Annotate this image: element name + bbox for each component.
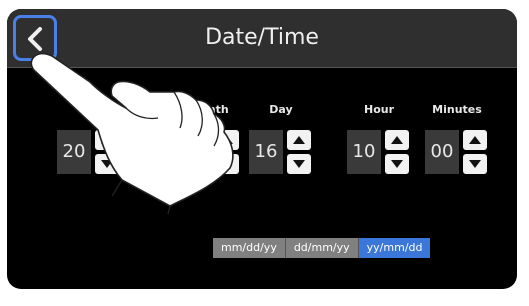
month-value[interactable] <box>177 130 211 174</box>
hour-label: Hour <box>363 103 395 116</box>
back-button[interactable] <box>13 15 57 61</box>
device-screen: Date/Time 20 Month Day 16 Hour 10 Minute… <box>7 9 517 289</box>
chevron-left-icon <box>28 27 42 51</box>
day-label: Day <box>269 103 293 116</box>
arrow-up-icon <box>391 136 403 144</box>
year-down-button[interactable] <box>95 154 119 174</box>
arrow-down-icon <box>293 160 305 168</box>
day-value[interactable]: 16 <box>249 130 283 174</box>
arrow-up-icon <box>293 136 305 144</box>
month-down-button[interactable] <box>215 154 239 174</box>
year-up-button[interactable] <box>95 130 119 150</box>
arrow-up-icon <box>101 136 113 144</box>
arrow-down-icon <box>221 160 233 168</box>
minutes-up-button[interactable] <box>463 130 487 150</box>
minutes-value[interactable]: 00 <box>425 130 459 174</box>
hour-up-button[interactable] <box>385 130 409 150</box>
minutes-label: Minutes <box>432 103 482 116</box>
day-down-button[interactable] <box>287 154 311 174</box>
format-dd-mm-yy-button[interactable]: dd/mm/yy <box>285 238 359 258</box>
arrow-up-icon <box>221 136 233 144</box>
arrow-down-icon <box>469 160 481 168</box>
month-up-button[interactable] <box>215 130 239 150</box>
arrow-down-icon <box>101 160 113 168</box>
hour-value[interactable]: 10 <box>347 130 381 174</box>
month-label: Month <box>189 103 229 116</box>
minutes-down-button[interactable] <box>463 154 487 174</box>
arrow-up-icon <box>469 136 481 144</box>
year-value[interactable]: 20 <box>57 130 91 174</box>
day-up-button[interactable] <box>287 130 311 150</box>
format-yy-mm-dd-button[interactable]: yy/mm/dd <box>358 238 431 258</box>
hour-down-button[interactable] <box>385 154 409 174</box>
date-format-selector: mm/dd/yy dd/mm/yy yy/mm/dd <box>213 238 431 258</box>
page-title: Date/Time <box>205 25 319 50</box>
format-mm-dd-yy-button[interactable]: mm/dd/yy <box>213 238 286 258</box>
arrow-down-icon <box>391 160 403 168</box>
header-bar: Date/Time <box>7 9 517 68</box>
